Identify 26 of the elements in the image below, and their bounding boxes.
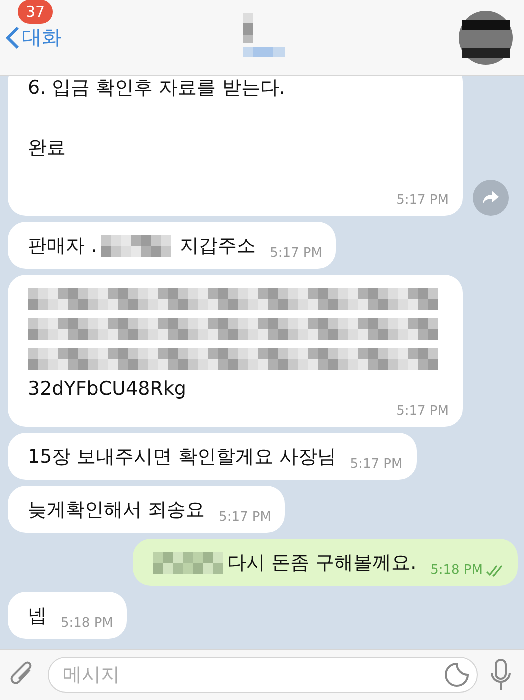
message-time: 5:17 PM [270,246,322,261]
message-time: 5:17 PM [219,510,272,525]
chevron-left-icon [6,26,20,50]
forward-icon [482,190,500,206]
message-time: 5:17 PM [396,193,449,208]
message-text: 지갑주소 [180,234,256,259]
message-text: 32dYFbCU48Rkg [28,378,186,400]
message-text: 넵 [28,604,47,629]
message-text: 6. 입금 확인후 자료를 받는다. [28,76,286,101]
forward-button[interactable] [473,180,509,216]
message-input-field[interactable]: 메시지 [48,657,478,693]
message-text: 늦게확인해서 죄송요 [28,498,206,523]
message-time: 5:17 PM [396,404,449,419]
message-time: 5:17 PM [350,457,403,472]
message-time: 5:18 PM [430,563,504,578]
sticker-icon[interactable] [444,662,470,688]
blurred-text-drawing [153,552,224,574]
back-button[interactable]: 대화 [6,24,62,51]
message-text: 완료 [28,136,66,161]
message-time: 5:18 PM [61,616,114,631]
microphone-icon[interactable] [490,659,512,691]
message-text: 판매자 . [28,234,98,259]
unread-count: 37 [18,0,54,24]
message-text: 15장 보내주시면 확인할게요 사장님 [28,445,336,470]
message-text: 다시 돈좀 구해볼께요. [227,551,417,576]
avatar-icon[interactable] [458,10,514,66]
